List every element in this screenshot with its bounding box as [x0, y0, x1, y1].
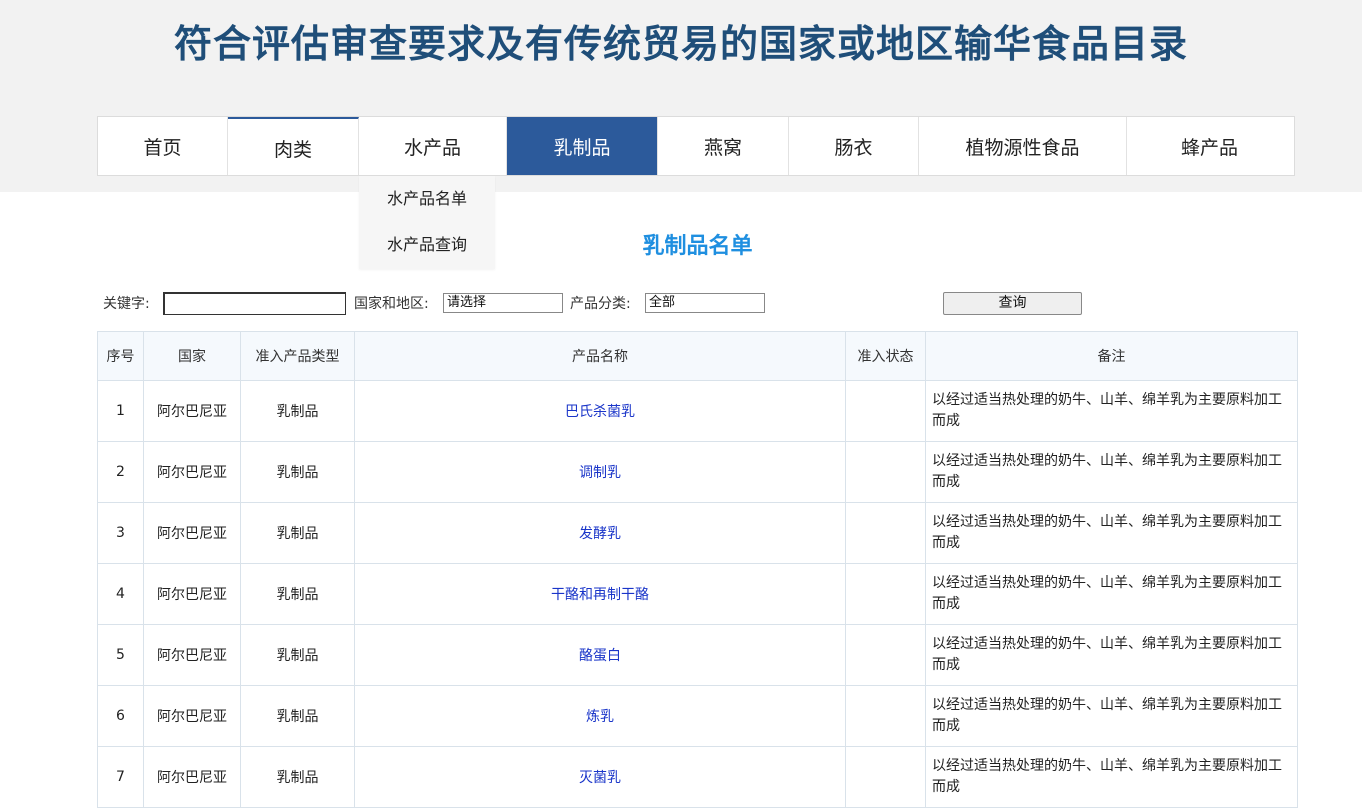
cell-country: 阿尔巴尼亚 — [143, 685, 241, 747]
region-select[interactable]: 请选择 — [443, 293, 563, 313]
cell-note: 以经过适当热处理的奶牛、山羊、绵羊乳为主要原料加工而成 — [925, 746, 1298, 808]
header-type: 准入产品类型 — [240, 331, 355, 381]
cell-note: 以经过适当热处理的奶牛、山羊、绵羊乳为主要原料加工而成 — [925, 685, 1298, 747]
cell-country: 阿尔巴尼亚 — [143, 746, 241, 808]
cell-note: 以经过适当热处理的奶牛、山羊、绵羊乳为主要原料加工而成 — [925, 441, 1298, 503]
cell-type: 乳制品 — [240, 624, 355, 686]
cell-note: 以经过适当热处理的奶牛、山羊、绵羊乳为主要原料加工而成 — [925, 624, 1298, 686]
nav-aquatic[interactable]: 水产品 — [359, 117, 507, 175]
search-bar: 关键字: 国家和地区: 请选择 产品分类: 全部 查询 — [0, 290, 1362, 318]
query-button[interactable]: 查询 — [943, 292, 1082, 315]
nav-bee-products[interactable]: 蜂产品 — [1127, 117, 1292, 175]
table-row: 1 阿尔巴尼亚 乳制品 巴氏杀菌乳 以经过适当热处理的奶牛、山羊、绵羊乳为主要原… — [97, 380, 1298, 442]
product-table: 序号 国家 准入产品类型 产品名称 准入状态 备注 1 阿尔巴尼亚 乳制品 巴氏… — [97, 331, 1298, 808]
cell-type: 乳制品 — [240, 502, 355, 564]
cell-status — [845, 685, 926, 747]
cell-no: 1 — [97, 380, 144, 442]
dropdown-item-aquatic-query[interactable]: 水产品查询 — [359, 222, 495, 268]
product-name-link[interactable]: 干酪和再制干酪 — [354, 563, 846, 625]
header-product-name: 产品名称 — [354, 331, 846, 381]
cell-country: 阿尔巴尼亚 — [143, 624, 241, 686]
cell-status — [845, 746, 926, 808]
cell-country: 阿尔巴尼亚 — [143, 441, 241, 503]
cell-status — [845, 563, 926, 625]
product-name-link[interactable]: 发酵乳 — [354, 502, 846, 564]
region-label: 国家和地区: — [354, 296, 429, 312]
product-name-link[interactable]: 灭菌乳 — [354, 746, 846, 808]
header-country: 国家 — [143, 331, 241, 381]
nav-plant-food[interactable]: 植物源性食品 — [919, 117, 1127, 175]
cell-status — [845, 502, 926, 564]
table-row: 3 阿尔巴尼亚 乳制品 发酵乳 以经过适当热处理的奶牛、山羊、绵羊乳为主要原料加… — [97, 502, 1298, 564]
keyword-label: 关键字: — [103, 296, 150, 312]
cell-no: 3 — [97, 502, 144, 564]
cell-note: 以经过适当热处理的奶牛、山羊、绵羊乳为主要原料加工而成 — [925, 380, 1298, 442]
table-row: 4 阿尔巴尼亚 乳制品 干酪和再制干酪 以经过适当热处理的奶牛、山羊、绵羊乳为主… — [97, 563, 1298, 625]
product-name-link[interactable]: 炼乳 — [354, 685, 846, 747]
nav-meat[interactable]: 肉类 — [228, 117, 359, 175]
keyword-input[interactable] — [163, 292, 346, 315]
cell-type: 乳制品 — [240, 563, 355, 625]
category-label: 产品分类: — [570, 296, 631, 312]
product-name-link[interactable]: 巴氏杀菌乳 — [354, 380, 846, 442]
cell-type: 乳制品 — [240, 441, 355, 503]
main-nav: 首页 肉类 水产品 乳制品 燕窝 肠衣 植物源性食品 蜂产品 — [97, 116, 1295, 176]
product-name-link[interactable]: 酪蛋白 — [354, 624, 846, 686]
cell-country: 阿尔巴尼亚 — [143, 502, 241, 564]
cell-no: 5 — [97, 624, 144, 686]
cell-no: 6 — [97, 685, 144, 747]
cell-status — [845, 441, 926, 503]
cell-status — [845, 624, 926, 686]
page-heading: 乳制品名单 — [642, 234, 753, 259]
dropdown-item-aquatic-list[interactable]: 水产品名单 — [359, 176, 495, 222]
table-row: 6 阿尔巴尼亚 乳制品 炼乳 以经过适当热处理的奶牛、山羊、绵羊乳为主要原料加工… — [97, 685, 1298, 747]
table-row: 7 阿尔巴尼亚 乳制品 灭菌乳 以经过适当热处理的奶牛、山羊、绵羊乳为主要原料加… — [97, 746, 1298, 808]
header-no: 序号 — [97, 331, 144, 381]
site-title: 符合评估审查要求及有传统贸易的国家或地区输华食品目录 — [173, 21, 1188, 66]
category-select[interactable]: 全部 — [645, 293, 765, 313]
nav-dairy[interactable]: 乳制品 — [507, 117, 658, 175]
table-row: 5 阿尔巴尼亚 乳制品 酪蛋白 以经过适当热处理的奶牛、山羊、绵羊乳为主要原料加… — [97, 624, 1298, 686]
product-name-link[interactable]: 调制乳 — [354, 441, 846, 503]
nav-birds-nest[interactable]: 燕窝 — [658, 117, 789, 175]
cell-type: 乳制品 — [240, 746, 355, 808]
cell-no: 2 — [97, 441, 144, 503]
aquatic-dropdown-menu: 水产品名单 水产品查询 — [359, 176, 495, 269]
cell-country: 阿尔巴尼亚 — [143, 380, 241, 442]
cell-type: 乳制品 — [240, 685, 355, 747]
table-header-row: 序号 国家 准入产品类型 产品名称 准入状态 备注 — [97, 331, 1298, 381]
cell-status — [845, 380, 926, 442]
nav-home[interactable]: 首页 — [98, 117, 228, 175]
header-status: 准入状态 — [845, 331, 926, 381]
table-row: 2 阿尔巴尼亚 乳制品 调制乳 以经过适当热处理的奶牛、山羊、绵羊乳为主要原料加… — [97, 441, 1298, 503]
cell-no: 7 — [97, 746, 144, 808]
cell-country: 阿尔巴尼亚 — [143, 563, 241, 625]
nav-casing[interactable]: 肠衣 — [789, 117, 919, 175]
cell-note: 以经过适当热处理的奶牛、山羊、绵羊乳为主要原料加工而成 — [925, 563, 1298, 625]
cell-no: 4 — [97, 563, 144, 625]
cell-note: 以经过适当热处理的奶牛、山羊、绵羊乳为主要原料加工而成 — [925, 502, 1298, 564]
header-note: 备注 — [925, 331, 1298, 381]
cell-type: 乳制品 — [240, 380, 355, 442]
